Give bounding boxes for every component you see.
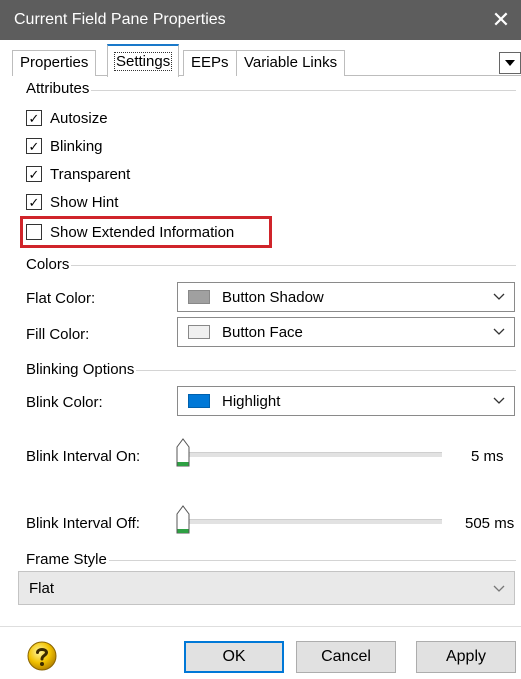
cancel-button[interactable]: Cancel (296, 641, 396, 673)
autosize-checkbox[interactable]: ✓ Autosize (26, 107, 108, 129)
tab-eeps[interactable]: EEPs (183, 50, 237, 76)
blink-interval-off-value: 505 ms (465, 515, 515, 532)
color-swatch (188, 325, 210, 339)
checkbox-label: Transparent (50, 165, 131, 183)
ok-button[interactable]: OK (184, 641, 284, 673)
chevron-down-icon (505, 60, 515, 66)
checkbox-label: Autosize (50, 109, 108, 127)
blink-interval-on-label: Blink Interval On: (26, 448, 141, 465)
blink-interval-off-slider-thumb[interactable] (176, 505, 190, 535)
close-icon[interactable]: ✕ (487, 6, 515, 34)
checkbox-box (26, 224, 42, 240)
help-question-icon[interactable] (26, 640, 58, 672)
show-extended-information-checkbox[interactable]: Show Extended Information (26, 221, 234, 243)
chevron-down-icon (493, 585, 505, 592)
select-value: Flat (29, 579, 55, 597)
blink-color-label: Blink Color: (26, 394, 103, 411)
checkbox-box: ✓ (26, 138, 42, 154)
fill-color-label: Fill Color: (26, 326, 90, 343)
tab-settings[interactable]: Settings (107, 44, 180, 77)
checkbox-label: Show Hint (50, 193, 119, 211)
color-swatch (188, 394, 210, 408)
frame-style-group-label: Frame Style (26, 551, 109, 568)
tab-label: EEPs (191, 54, 229, 71)
footer-divider (0, 626, 521, 627)
chevron-down-icon (493, 328, 505, 335)
blink-interval-on-value: 5 ms (471, 448, 504, 465)
chevron-down-icon (493, 397, 505, 404)
checkbox-label: Show Extended Information (50, 223, 235, 241)
checkbox-label: Blinking (50, 137, 103, 155)
tab-properties[interactable]: Properties (12, 50, 97, 76)
attributes-group-label: Attributes (26, 80, 92, 97)
chevron-down-icon (493, 293, 505, 300)
blink-interval-off-label: Blink Interval Off: (26, 515, 140, 532)
colors-group-label: Colors (26, 256, 72, 273)
flat-color-label: Flat Color: (26, 290, 96, 307)
checkbox-box: ✓ (26, 110, 42, 126)
tab-variable-links[interactable]: Variable Links (236, 50, 346, 76)
transparent-checkbox[interactable]: ✓ Transparent (26, 163, 130, 185)
color-swatch (188, 290, 210, 304)
checkbox-box: ✓ (26, 194, 42, 210)
group-divider (26, 90, 516, 91)
group-divider (26, 265, 516, 266)
fill-color-select[interactable]: Button Face (177, 317, 515, 347)
checkbox-box: ✓ (26, 166, 42, 182)
title-bar: Current Field Pane Properties ✕ (0, 0, 521, 40)
window-title: Current Field Pane Properties (14, 11, 226, 28)
show-hint-checkbox[interactable]: ✓ Show Hint (26, 191, 118, 213)
blink-interval-on-slider-thumb[interactable] (176, 438, 190, 468)
blinking-options-group-label: Blinking Options (26, 361, 137, 378)
tab-overflow-dropdown[interactable] (499, 52, 521, 74)
blink-interval-off-track[interactable] (180, 519, 442, 524)
apply-button[interactable]: Apply (416, 641, 516, 673)
blinking-checkbox[interactable]: ✓ Blinking (26, 135, 103, 157)
select-value: Button Shadow (222, 288, 324, 306)
blink-interval-on-track[interactable] (180, 452, 442, 457)
select-value: Highlight (222, 392, 281, 410)
tab-label: Variable Links (244, 54, 338, 71)
blink-color-select[interactable]: Highlight (177, 386, 515, 416)
flat-color-select[interactable]: Button Shadow (177, 282, 515, 312)
tab-label: Settings (113, 52, 173, 71)
frame-style-select[interactable]: Flat (18, 571, 515, 605)
tab-strip: Properties Settings EEPs Variable Links (12, 44, 521, 77)
tab-label: Properties (20, 54, 89, 71)
select-value: Button Face (222, 323, 303, 341)
